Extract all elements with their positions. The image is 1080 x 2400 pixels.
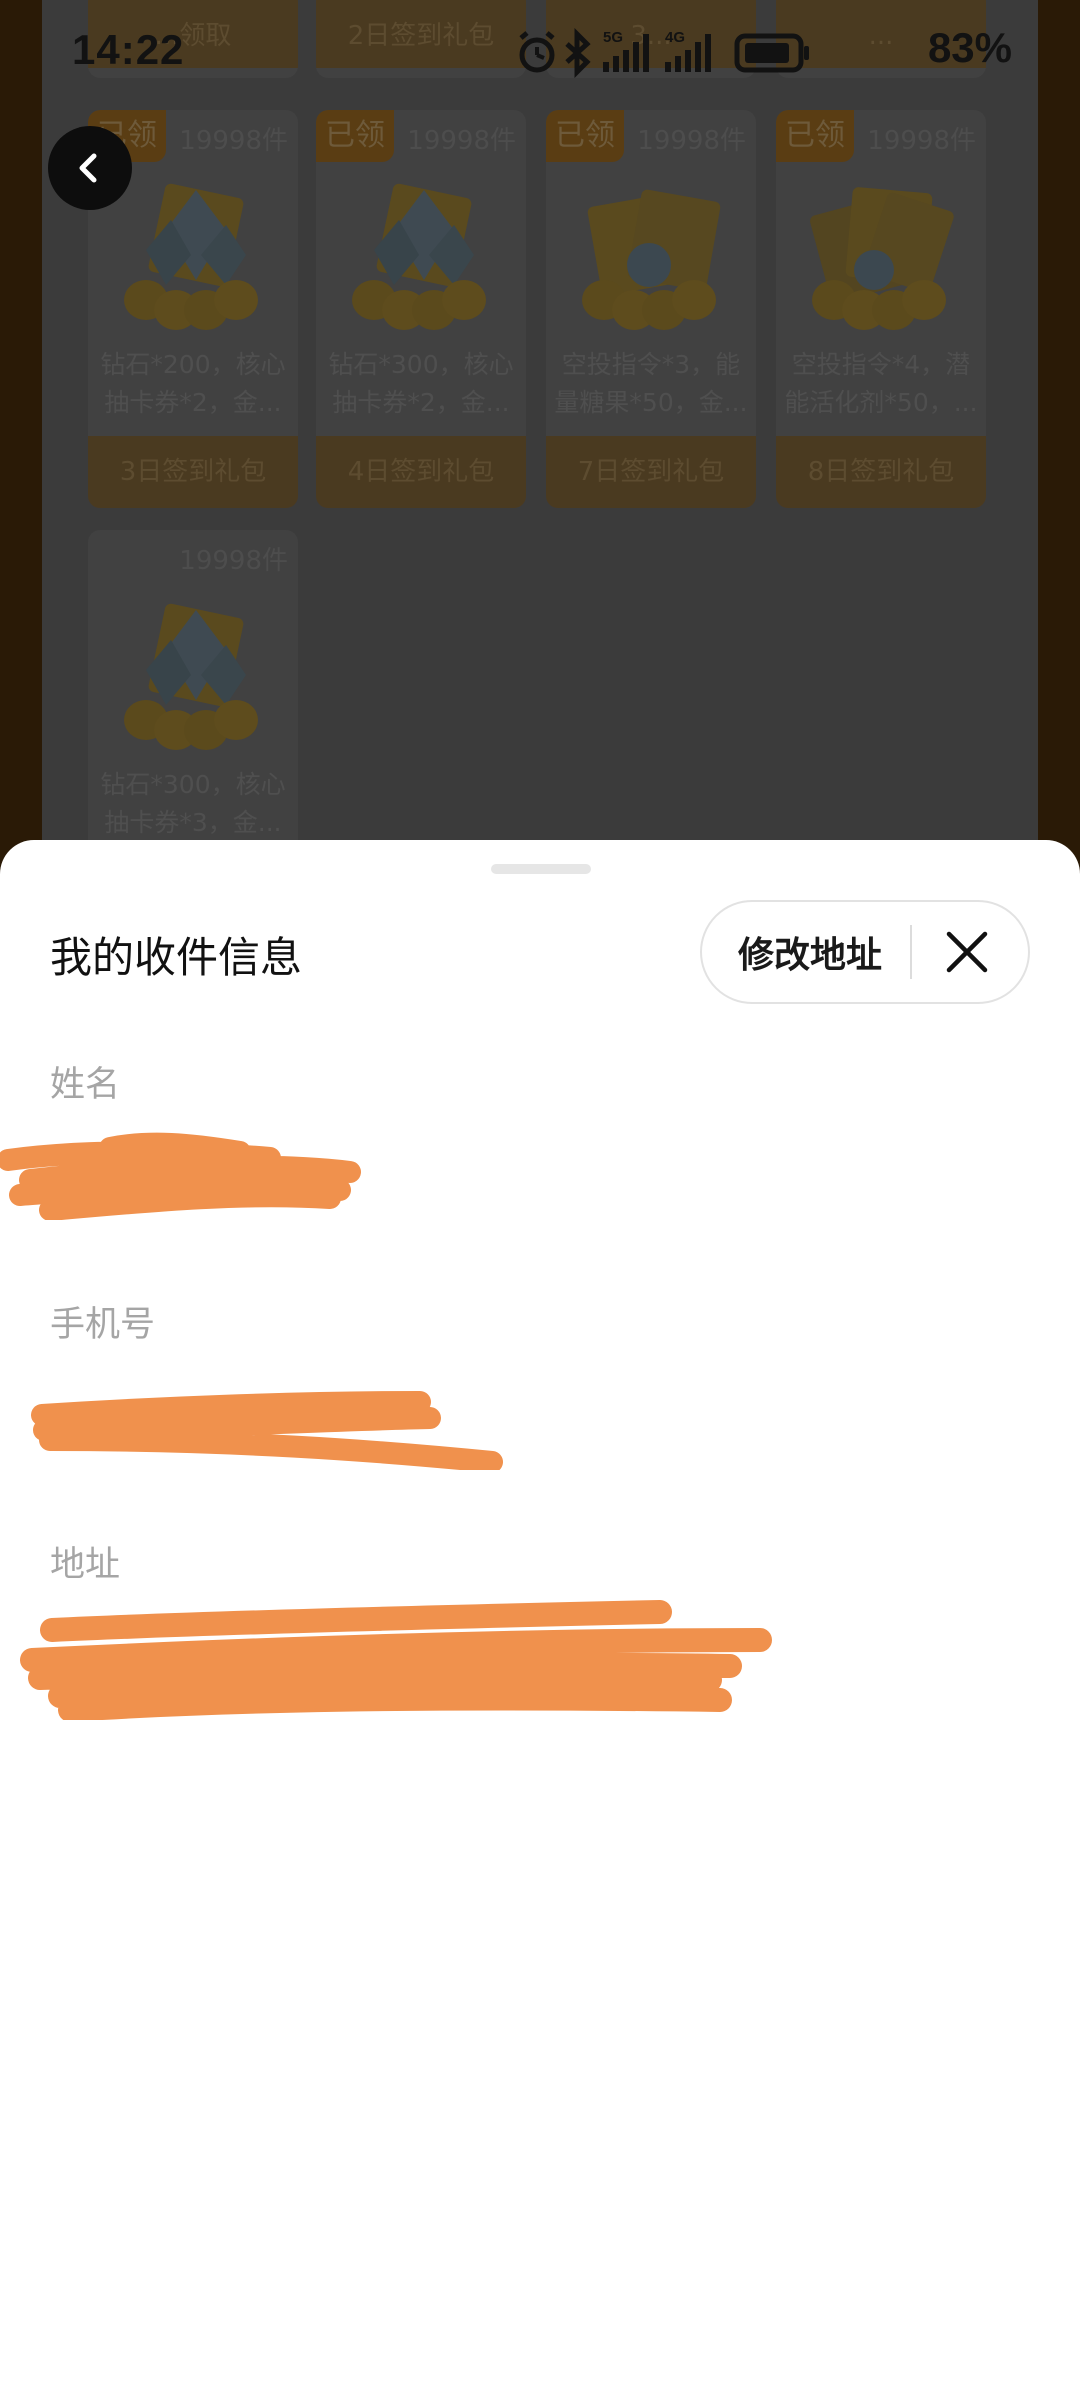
- stock-count: 19998件: [637, 126, 746, 156]
- 5g-signal-icon: 5G: [603, 29, 649, 72]
- stock-count: 19998件: [179, 126, 288, 156]
- tile-description: 钻石*300，核心 抽卡券*3，金...: [100, 770, 286, 837]
- 4g-signal-icon: 4G: [665, 29, 711, 72]
- reward-tile: 已领 19998件 钻石*300，核心 抽卡券*2，金... 4日签到礼包: [316, 110, 526, 508]
- airdrop-card-coin-icon: [810, 187, 954, 330]
- stock-count: 19998件: [179, 546, 288, 576]
- tile-description: 钻石*300，核心 抽卡券*2，金...: [328, 350, 514, 417]
- diamond-coin-icon: [352, 183, 486, 330]
- battery-icon: [734, 33, 809, 73]
- tile-description: 空投指令*3，能 量糖果*50，金...: [554, 350, 748, 417]
- reward-tile: 19998件 钻石*300，核心 抽卡券*3，金...: [88, 530, 298, 860]
- tile-description: 钻石*200，核心 抽卡券*2，金...: [100, 350, 286, 417]
- diamond-coin-icon: [124, 183, 258, 330]
- redaction-scribble: [0, 1132, 361, 1220]
- alarm-icon: [519, 31, 555, 73]
- stock-count: 19998件: [867, 126, 976, 156]
- tile-claim-button: 3日签到礼包: [88, 436, 298, 508]
- close-button[interactable]: [912, 902, 1022, 1002]
- tile-claim-button: 7日签到礼包: [546, 436, 756, 508]
- sheet-drag-handle[interactable]: [491, 864, 591, 874]
- sheet-title: 我的收件信息: [50, 933, 303, 982]
- address-label: 地址: [50, 1545, 121, 1585]
- reward-grid-panel: ...领取 2日签到礼包 3... ... 已领 19998件 钻石*200，核…: [42, 0, 1038, 860]
- close-icon: [946, 931, 988, 973]
- name-label: 姓名: [50, 1065, 121, 1105]
- back-button[interactable]: [48, 126, 132, 210]
- status-time: 14:22: [72, 26, 185, 73]
- tile-description: 空投指令*4，潜 能活化剂*50，...: [784, 350, 978, 417]
- claimed-tag: 已领: [546, 110, 624, 162]
- reward-tile: 已领 19998件 空投指令*4，潜 能活化剂*50，... 8日签到礼包: [776, 110, 986, 508]
- redaction-scribble: [20, 1600, 772, 1720]
- claimed-tag: 已领: [776, 110, 854, 162]
- edit-address-button[interactable]: 修改地址: [702, 926, 910, 978]
- chevron-left-icon: [79, 153, 97, 183]
- airdrop-card-coin-icon: [582, 189, 721, 330]
- 5g-label: 5G: [603, 29, 623, 46]
- reward-tile: 已领 19998件 空投指令*3，能 量糖果*50，金... 7日签到礼包: [546, 110, 756, 508]
- status-bar: 14:22 5G 4G 83%: [0, 0, 1080, 104]
- redaction-scribble: [31, 1391, 503, 1470]
- stock-count: 19998件: [407, 126, 516, 156]
- diamond-coin-icon: [124, 603, 258, 750]
- status-icons: 5G 4G: [519, 28, 809, 78]
- battery-percent: 83%: [927, 24, 1012, 71]
- shipping-info-sheet: 我的收件信息 修改地址 姓名 何 手机号 1 地址 中 区江 市区封: [0, 840, 1080, 2400]
- claimed-tag: 已领: [316, 110, 394, 162]
- tile-claim-button: 4日签到礼包: [316, 436, 526, 508]
- tile-claim-button: 8日签到礼包: [776, 436, 986, 508]
- bluetooth-icon: [565, 28, 591, 78]
- phone-label: 手机号: [50, 1305, 156, 1345]
- sheet-action-group: 修改地址: [700, 900, 1030, 1004]
- 4g-label: 4G: [665, 29, 685, 46]
